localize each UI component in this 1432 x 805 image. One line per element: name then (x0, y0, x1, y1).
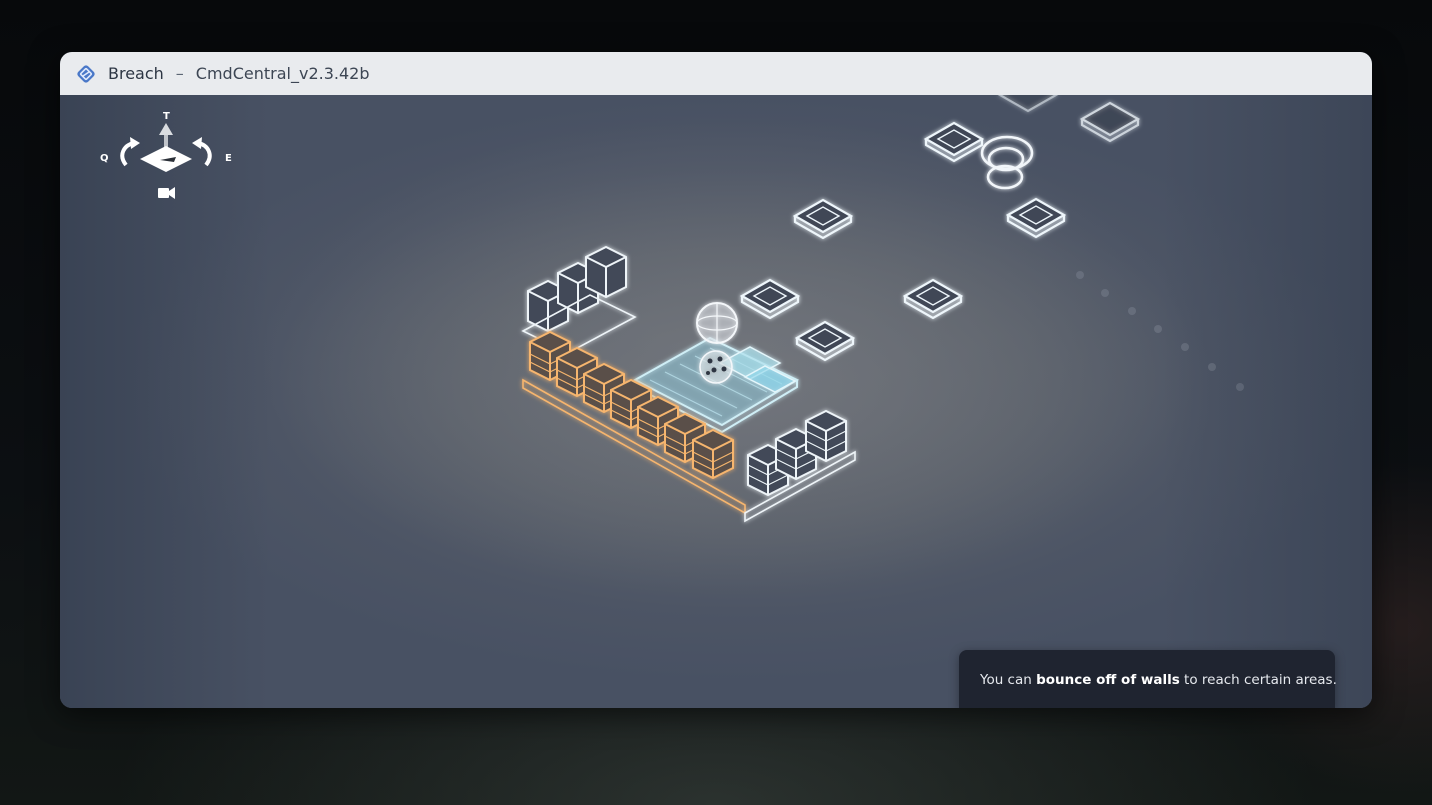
tutorial-hint: You can bounce off of walls to reach cer… (959, 650, 1337, 708)
game-window: Breach – CmdCentral_v2.3.42b T Q E You c… (60, 52, 1372, 708)
game-viewport[interactable]: T Q E You can bounce off of walls to rea… (60, 95, 1372, 708)
hint-text: You can bounce off of walls to reach cer… (980, 672, 1337, 688)
app-title: Breach (108, 64, 164, 83)
background-stage: Breach – CmdCentral_v2.3.42b T Q E You c… (0, 0, 1432, 805)
title-separator: – (175, 64, 184, 83)
rotate-left-icon[interactable] (120, 137, 140, 167)
hint-emphasis: bounce off of walls (1036, 672, 1180, 688)
hint-prefix: You can (980, 672, 1037, 688)
breach-diamond-icon (77, 64, 95, 83)
file-title: CmdCentral_v2.3.42b (195, 64, 370, 83)
pad (997, 95, 1059, 113)
title-bar[interactable]: Breach – CmdCentral_v2.3.42b (60, 52, 1372, 96)
camera-plane-icon (140, 146, 192, 172)
hint-suffix: to reach certain areas. (1179, 672, 1337, 688)
level-scene[interactable] (60, 95, 1372, 708)
camera-controls[interactable]: T Q E (90, 105, 240, 205)
rotate-right-icon[interactable] (192, 137, 212, 167)
camera-widget (120, 123, 212, 199)
camera-icon[interactable] (158, 187, 175, 199)
